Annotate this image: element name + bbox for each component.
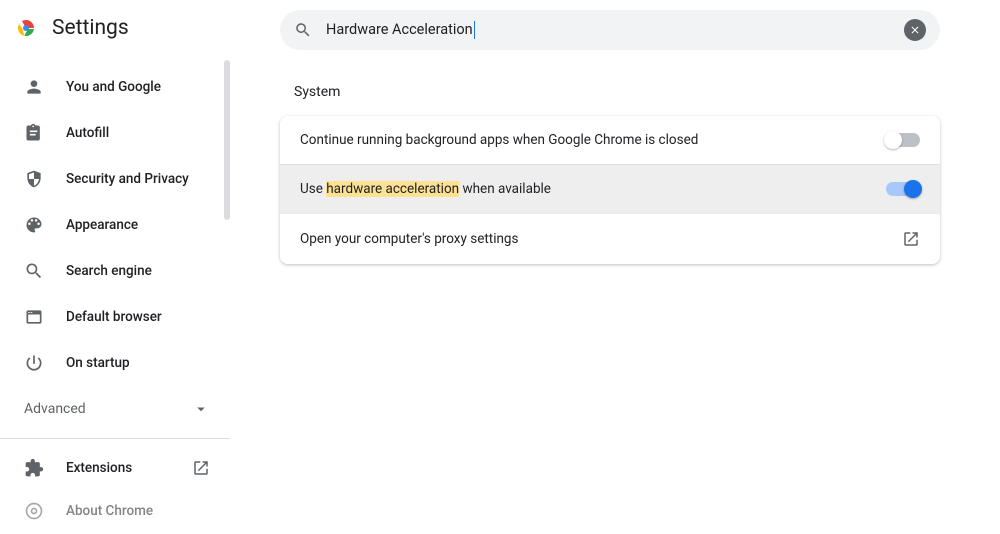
chrome-outline-icon xyxy=(24,501,44,521)
sidebar-item-default-browser[interactable]: Default browser xyxy=(0,294,230,340)
nav-label: Appearance xyxy=(66,217,138,233)
clear-search-button[interactable] xyxy=(904,19,926,41)
assignment-icon xyxy=(24,123,44,143)
chevron-down-icon xyxy=(192,400,210,418)
sidebar: Settings You and Google Autofill Securit… xyxy=(0,0,230,500)
search-highlight: hardware acceleration xyxy=(326,181,459,197)
chrome-logo-icon xyxy=(14,16,38,40)
sidebar-scrollbar[interactable] xyxy=(224,60,230,220)
sidebar-item-search-engine[interactable]: Search engine xyxy=(0,248,230,294)
app-header: Settings xyxy=(0,12,230,56)
palette-icon xyxy=(24,215,44,235)
search-icon xyxy=(294,21,312,39)
sidebar-item-autofill[interactable]: Autofill xyxy=(0,110,230,156)
setting-row-proxy[interactable]: Open your computer's proxy settings xyxy=(280,213,940,264)
browser-icon xyxy=(24,307,44,327)
section-title: System xyxy=(294,84,940,100)
advanced-label: Advanced xyxy=(24,401,86,417)
nav-label: Autofill xyxy=(66,125,109,141)
person-icon xyxy=(24,77,44,97)
sidebar-advanced-toggle[interactable]: Advanced xyxy=(0,386,230,432)
sidebar-item-you-and-google[interactable]: You and Google xyxy=(0,64,230,110)
search-bar[interactable]: Hardware Acceleration xyxy=(280,10,940,50)
about-label: About Chrome xyxy=(66,503,153,519)
main-content: Hardware Acceleration System Continue ru… xyxy=(230,0,1000,500)
shield-icon xyxy=(24,169,44,189)
power-icon xyxy=(24,353,44,373)
search-input-text[interactable]: Hardware Acceleration xyxy=(326,21,475,39)
divider xyxy=(0,438,230,439)
setting-row-hardware-acceleration: Use hardware acceleration when available xyxy=(280,164,940,213)
nav-label: Security and Privacy xyxy=(66,171,189,187)
toggle-hardware-acceleration[interactable] xyxy=(886,182,920,196)
setting-row-background-apps: Continue running background apps when Go… xyxy=(280,116,940,164)
sidebar-item-appearance[interactable]: Appearance xyxy=(0,202,230,248)
setting-label: Open your computer's proxy settings xyxy=(300,231,518,247)
setting-label: Use hardware acceleration when available xyxy=(300,181,551,197)
close-icon xyxy=(909,24,921,36)
nav-label: On startup xyxy=(66,355,130,371)
search-icon xyxy=(24,261,44,281)
settings-card: Continue running background apps when Go… xyxy=(280,116,940,264)
extension-icon xyxy=(24,458,44,478)
nav-label: You and Google xyxy=(66,79,161,95)
nav-list: You and Google Autofill Security and Pri… xyxy=(0,56,230,386)
toggle-background-apps[interactable] xyxy=(886,133,920,147)
sidebar-item-security[interactable]: Security and Privacy xyxy=(0,156,230,202)
setting-label: Continue running background apps when Go… xyxy=(300,132,698,148)
open-in-new-icon xyxy=(902,230,920,248)
sidebar-item-extensions[interactable]: Extensions xyxy=(0,445,230,491)
page-title: Settings xyxy=(52,16,129,40)
sidebar-item-on-startup[interactable]: On startup xyxy=(0,340,230,386)
nav-label: Search engine xyxy=(66,263,152,279)
sidebar-item-about-chrome[interactable]: About Chrome xyxy=(0,491,230,534)
nav-label: Default browser xyxy=(66,309,162,325)
open-in-new-icon xyxy=(192,459,210,477)
extensions-label: Extensions xyxy=(66,460,132,476)
